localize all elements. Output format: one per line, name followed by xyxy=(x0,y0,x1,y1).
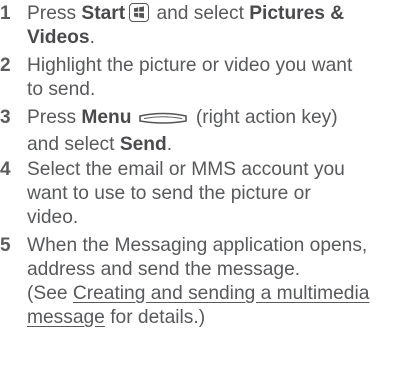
step-line: to send. xyxy=(27,79,96,100)
step-number: 2 xyxy=(0,55,11,76)
step-line: and select Send. xyxy=(27,133,417,157)
text-fragment: (right action key) xyxy=(190,107,338,128)
send-label: Send xyxy=(119,134,167,155)
step-line: Videos. xyxy=(27,26,417,50)
step-number: 4 xyxy=(0,159,11,180)
step-text: Press Start and select Pictures & Videos… xyxy=(27,2,417,50)
text-fragment: and select xyxy=(151,3,250,24)
step-line: When the Messaging application opens, xyxy=(27,235,368,256)
step-number: 1 xyxy=(0,3,11,24)
step-number: 5 xyxy=(0,235,11,256)
step-line: (See Creating and sending a multimedia xyxy=(27,282,417,306)
pictures-label: Pictures & xyxy=(249,3,345,24)
step-line: Press Start and select Pictures & xyxy=(27,2,417,26)
multimedia-message-link-continued[interactable]: message xyxy=(27,307,105,328)
text-fragment: (See xyxy=(27,283,73,304)
text-fragment: Press xyxy=(27,3,82,24)
start-label: Start xyxy=(81,3,126,24)
step-text: Select the email or MMS account you want… xyxy=(27,158,417,230)
videos-label: Videos xyxy=(27,27,90,48)
step-text: Highlight the picture or video you want … xyxy=(27,54,417,102)
step-line: Select the email or MMS account you xyxy=(27,159,345,180)
step-text: Press Menu (right action key) and select… xyxy=(27,106,417,157)
menu-label: Menu xyxy=(81,107,132,128)
text-fragment: . xyxy=(166,134,173,155)
text-fragment: and select xyxy=(27,134,120,155)
step-line: Highlight the picture or video you want xyxy=(27,55,353,76)
right-action-key-icon xyxy=(138,109,188,133)
step-line: message for details.) xyxy=(27,306,417,330)
text-fragment: Press xyxy=(27,107,82,128)
text-fragment: for details.) xyxy=(104,307,206,328)
step-line: Press Menu (right action key) xyxy=(27,106,417,133)
step-number: 3 xyxy=(0,107,11,128)
step-line: address and send the message. xyxy=(27,259,301,280)
text-fragment: . xyxy=(89,27,95,48)
step-line: want to use to send the picture or xyxy=(27,183,311,204)
step-line: video. xyxy=(27,207,79,228)
step-text: When the Messaging application opens, ad… xyxy=(27,234,417,330)
windows-start-key-icon xyxy=(129,3,150,22)
multimedia-message-link[interactable]: Creating and sending a multimedia xyxy=(73,283,370,304)
